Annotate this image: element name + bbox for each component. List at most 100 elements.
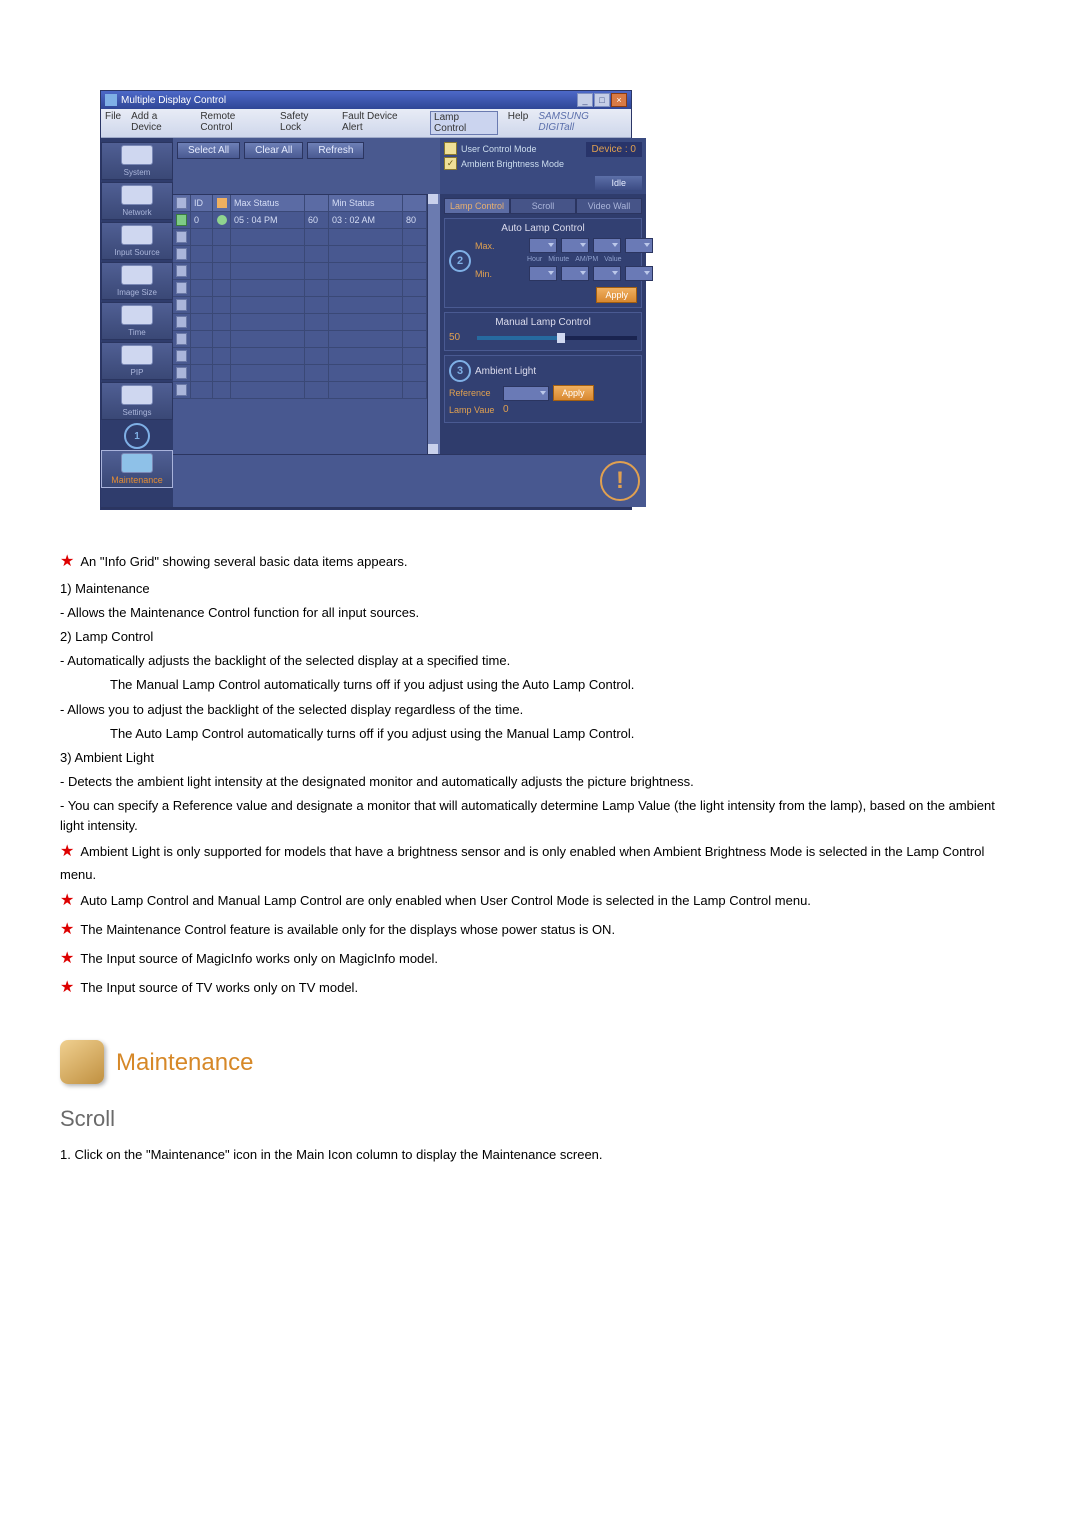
badge-two: 2 xyxy=(449,250,471,272)
bottom-status-area: ! xyxy=(173,454,646,507)
sidebar-item-maintenance[interactable]: Maintenance xyxy=(101,450,173,488)
info-grid: ID Max Status Min Status 0 05 : 04 PM xyxy=(173,194,427,454)
refresh-button[interactable]: Refresh xyxy=(307,142,364,159)
lamp-value-label: Lamp Vaue xyxy=(449,405,499,415)
tab-scroll[interactable]: Scroll xyxy=(510,198,576,214)
sidebar-item-pip[interactable]: PIP xyxy=(101,342,173,380)
table-row[interactable]: 0 05 : 04 PM 60 03 : 02 AM 80 xyxy=(173,212,427,229)
brand-logo: SAMSUNG DIGITall xyxy=(538,111,627,135)
scroll-heading: Scroll xyxy=(60,1102,1020,1136)
scroll-up-icon[interactable] xyxy=(428,194,438,204)
row-checkbox-icon[interactable] xyxy=(176,282,187,294)
reference-dropdown[interactable] xyxy=(503,386,549,401)
star-icon: ★ xyxy=(60,553,74,570)
max-value-dropdown[interactable] xyxy=(625,238,653,253)
ambient-mode-checkbox-icon[interactable]: ✓ xyxy=(444,157,457,170)
grid-scrollbar[interactable] xyxy=(427,194,440,454)
sidebar-item-network[interactable]: Network xyxy=(101,182,173,220)
max-minute-dropdown[interactable] xyxy=(561,238,589,253)
table-row xyxy=(173,229,427,246)
manual-value: 50 xyxy=(449,332,473,343)
min-ampm-dropdown[interactable] xyxy=(593,266,621,281)
menu-add-device[interactable]: Add a Device xyxy=(131,111,190,135)
min-value-dropdown[interactable] xyxy=(625,266,653,281)
warning-icon: ! xyxy=(600,461,640,501)
sidebar-item-time[interactable]: Time xyxy=(101,302,173,340)
max-hour-dropdown[interactable] xyxy=(529,238,557,253)
ambient-apply-button[interactable]: Apply xyxy=(553,385,594,401)
auto-apply-button[interactable]: Apply xyxy=(596,287,637,303)
star-icon: ★ xyxy=(60,921,74,938)
close-icon[interactable]: × xyxy=(611,93,627,107)
ambient-light-panel: 3Ambient Light Reference Apply Lamp Vaue… xyxy=(444,355,642,423)
auto-lamp-title: Auto Lamp Control xyxy=(449,223,637,234)
scroll-down-icon[interactable] xyxy=(428,444,438,454)
sidebar-item-settings[interactable]: Settings xyxy=(101,382,173,420)
min-hour-dropdown[interactable] xyxy=(529,266,557,281)
sidebar-item-input-source[interactable]: Input Source xyxy=(101,222,173,260)
star-icon: ★ xyxy=(60,843,74,860)
sidebar-item-system[interactable]: System xyxy=(101,142,173,180)
tab-video-wall[interactable]: Video Wall xyxy=(576,198,642,214)
table-row xyxy=(173,263,427,280)
star-icon: ★ xyxy=(60,892,74,909)
star-icon: ★ xyxy=(60,950,74,967)
menu-help[interactable]: Help xyxy=(508,111,529,135)
menu-safety-lock[interactable]: Safety Lock xyxy=(280,111,332,135)
menubar: File Add a Device Remote Control Safety … xyxy=(101,109,631,138)
menu-file[interactable]: File xyxy=(105,111,121,135)
menu-lamp-control[interactable]: Lamp Control xyxy=(430,111,498,135)
sidebar: System Network Input Source Image Size T… xyxy=(101,138,173,507)
row-checkbox-icon[interactable] xyxy=(176,316,187,328)
clear-all-button[interactable]: Clear All xyxy=(244,142,303,159)
min-label: Min. xyxy=(475,269,525,279)
max-label: Max. xyxy=(475,241,525,251)
menu-fault-alert[interactable]: Fault Device Alert xyxy=(342,111,420,135)
row-checkbox-icon[interactable] xyxy=(176,248,187,260)
maintenance-section-icon xyxy=(60,1040,104,1084)
row-checkbox-icon[interactable] xyxy=(176,265,187,277)
minimize-icon[interactable]: _ xyxy=(577,93,593,107)
mode-toggle-panel: User Control Mode ✓Ambient Brightness Mo… xyxy=(440,138,646,194)
table-row xyxy=(173,348,427,365)
row-status-icon xyxy=(217,215,227,225)
user-control-mode-checkbox-icon[interactable] xyxy=(444,142,457,155)
row-checkbox-icon[interactable] xyxy=(176,299,187,311)
row-checkbox-icon[interactable] xyxy=(176,350,187,362)
row-checkbox-icon[interactable] xyxy=(176,214,187,226)
manual-lamp-panel: Manual Lamp Control 50 xyxy=(444,312,642,351)
maximize-icon[interactable]: □ xyxy=(594,93,610,107)
header-mn xyxy=(403,195,427,211)
menu-remote-control[interactable]: Remote Control xyxy=(200,111,270,135)
manual-lamp-slider[interactable] xyxy=(477,336,637,340)
reference-label: Reference xyxy=(449,388,499,398)
row-checkbox-icon[interactable] xyxy=(176,384,187,396)
sidebar-item-image-size[interactable]: Image Size xyxy=(101,262,173,300)
badge-three: 3 xyxy=(449,360,471,382)
header-mx xyxy=(305,195,329,211)
badge-one: 1 xyxy=(102,422,172,450)
header-checkbox-icon[interactable] xyxy=(176,197,187,209)
grid-header-row: ID Max Status Min Status xyxy=(173,195,427,212)
app-window: Multiple Display Control _ □ × File Add … xyxy=(100,90,632,510)
manual-lamp-title: Manual Lamp Control xyxy=(449,317,637,328)
select-all-button[interactable]: Select All xyxy=(177,142,240,159)
doc-body: ★An "Info Grid" showing several basic da… xyxy=(60,550,1020,1165)
table-row xyxy=(173,280,427,297)
table-row xyxy=(173,246,427,263)
table-row xyxy=(173,382,427,399)
row-checkbox-icon[interactable] xyxy=(176,367,187,379)
idle-status-badge: Idle xyxy=(595,176,642,190)
titlebar: Multiple Display Control _ □ × xyxy=(101,91,631,109)
table-row xyxy=(173,297,427,314)
header-max-status: Max Status xyxy=(231,195,305,211)
tab-lamp-control[interactable]: Lamp Control xyxy=(444,198,510,214)
max-ampm-dropdown[interactable] xyxy=(593,238,621,253)
row-checkbox-icon[interactable] xyxy=(176,231,187,243)
star-icon: ★ xyxy=(60,979,74,996)
grid-toolbar: Select All Clear All Refresh xyxy=(173,138,440,163)
app-icon xyxy=(105,94,117,106)
row-checkbox-icon[interactable] xyxy=(176,333,187,345)
user-control-mode-label: User Control Mode xyxy=(461,144,537,154)
min-minute-dropdown[interactable] xyxy=(561,266,589,281)
